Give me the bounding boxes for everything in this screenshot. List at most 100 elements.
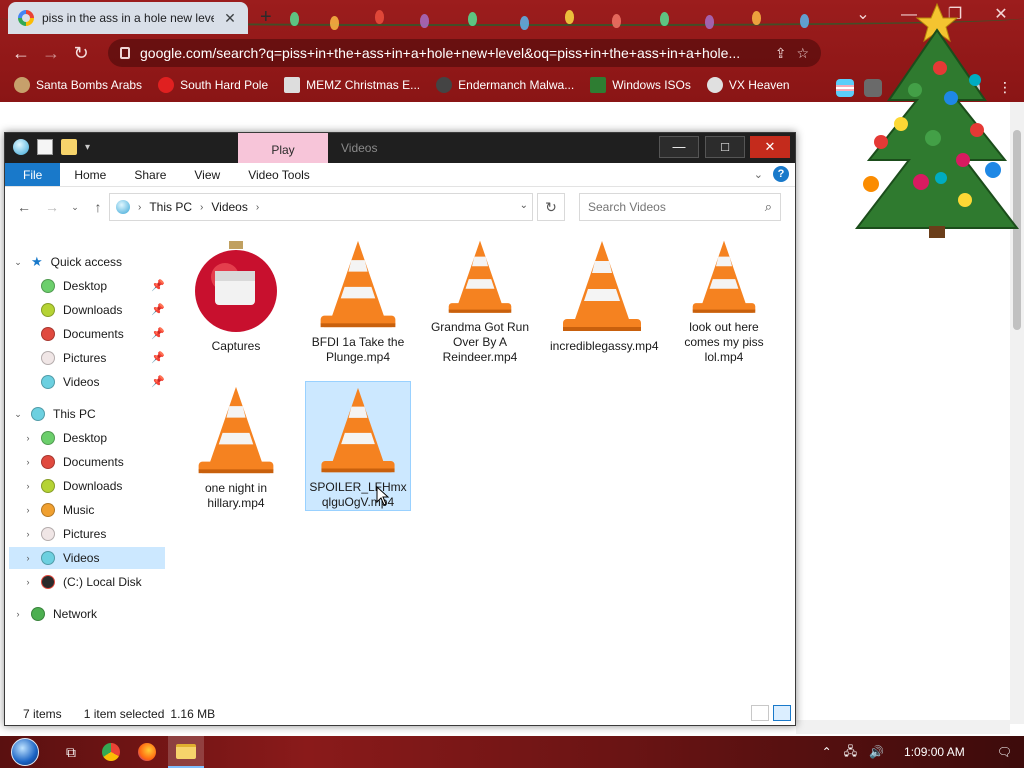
- properties-icon[interactable]: [37, 139, 53, 155]
- file-tile-bfdi[interactable]: BFDI 1a Take the Plunge.mp4: [305, 235, 411, 365]
- taskbar-explorer-button[interactable]: [168, 736, 204, 768]
- notifications-icon[interactable]: 🗨: [997, 745, 1012, 759]
- page-horizontal-scrollbar[interactable]: [796, 720, 1010, 734]
- new-tab-button[interactable]: +: [260, 6, 272, 29]
- explorer-minimize-button[interactable]: —: [659, 136, 699, 158]
- nav-this-pc[interactable]: ⌄ This PC: [13, 403, 96, 425]
- tab-view[interactable]: View: [180, 163, 234, 186]
- nav-quick-downloads[interactable]: Downloads: [41, 299, 122, 321]
- up-icon[interactable]: ↑: [87, 199, 109, 215]
- explorer-titlebar[interactable]: ▾ Play Videos — □ ✕: [5, 133, 795, 163]
- help-icon[interactable]: ?: [773, 166, 789, 182]
- new-folder-icon[interactable]: [61, 139, 77, 155]
- nav-pc-desktop[interactable]: › Desktop: [23, 427, 107, 449]
- breadcrumb-videos[interactable]: Videos: [211, 200, 247, 214]
- search-box[interactable]: ⌕: [579, 193, 781, 221]
- explorer-address-bar[interactable]: › This PC › Videos › ⌄: [109, 193, 533, 221]
- nav-quick-videos[interactable]: Videos: [41, 371, 99, 393]
- file-tile-spoiler[interactable]: SPOILER_LFHmxqlguOgV.mp4: [305, 381, 411, 511]
- nav-pc-pictures[interactable]: › Pictures: [23, 523, 106, 545]
- back-icon[interactable]: ←: [6, 38, 36, 68]
- tab-video-tools[interactable]: Video Tools: [234, 163, 324, 186]
- recent-locations-icon[interactable]: ⌄: [69, 202, 81, 213]
- expand-chevron-icon[interactable]: ›: [23, 457, 33, 467]
- explorer-close-button[interactable]: ✕: [750, 136, 790, 158]
- collapse-chevron-icon[interactable]: ⌄: [13, 257, 23, 268]
- play-context-tab[interactable]: Play: [238, 133, 328, 163]
- address-dropdown-icon[interactable]: ⌄: [520, 200, 528, 211]
- tab-file[interactable]: File: [5, 163, 61, 186]
- videos-ornament-icon: [41, 551, 55, 565]
- file-tile-captures[interactable]: Captures: [183, 235, 289, 365]
- network-icon[interactable]: 🖧: [844, 742, 857, 763]
- forward-icon[interactable]: →: [36, 38, 66, 68]
- file-tile-incrediblegassy[interactable]: incrediblegassy.mp4: [549, 235, 659, 365]
- expand-chevron-icon[interactable]: ›: [23, 529, 33, 539]
- expand-ribbon-icon[interactable]: ⌄: [754, 168, 763, 181]
- start-button[interactable]: [6, 736, 44, 768]
- nav-quick-desktop[interactable]: Desktop: [41, 275, 107, 297]
- bookmark-windows-isos[interactable]: Windows ISOs: [590, 77, 691, 93]
- file-tile-grandma[interactable]: Grandma Got Run Over By A Reindeer.mp4: [427, 235, 533, 365]
- bookmark-vx-heaven[interactable]: VX Heaven: [706, 77, 790, 93]
- videos-ornament-icon: [116, 200, 130, 214]
- file-tile-one-night[interactable]: one night in hillary.mp4: [183, 381, 289, 511]
- vlc-cone-icon: [321, 387, 395, 473]
- bookmark-memz-christmas[interactable]: MEMZ Christmas E...: [284, 77, 420, 93]
- refresh-button[interactable]: ↻: [537, 193, 565, 221]
- explorer-forward-icon[interactable]: →: [41, 199, 63, 215]
- tab-close-icon[interactable]: ✕: [222, 10, 238, 27]
- bookmark-santa-bombs-arabs[interactable]: Santa Bombs Arabs: [14, 77, 142, 93]
- explorer-back-icon[interactable]: ←: [13, 199, 35, 215]
- expand-chevron-icon[interactable]: ›: [13, 609, 23, 619]
- chevron-right-icon[interactable]: ›: [138, 202, 141, 213]
- collapse-chevron-icon[interactable]: ⌄: [13, 409, 23, 420]
- file-tile-look-out[interactable]: look out here comes my piss lol.mp4: [671, 235, 777, 365]
- show-hidden-icons-icon[interactable]: ⌃: [822, 745, 832, 759]
- firefox-icon[interactable]: [136, 741, 158, 763]
- chrome-icon[interactable]: [100, 741, 122, 763]
- nav-label: Music: [63, 503, 95, 517]
- expand-chevron-icon[interactable]: ›: [23, 577, 33, 587]
- tab-home[interactable]: Home: [60, 163, 120, 186]
- nav-quick-pictures[interactable]: Pictures: [41, 347, 106, 369]
- expand-chevron-icon[interactable]: ›: [23, 553, 33, 563]
- file-name: incrediblegassy.mp4: [550, 339, 659, 353]
- chevron-right-icon[interactable]: ›: [200, 202, 203, 213]
- large-icons-view-icon[interactable]: [773, 705, 791, 721]
- nav-pc-local-disk[interactable]: › (C:) Local Disk: [23, 571, 142, 593]
- expand-chevron-icon[interactable]: ›: [23, 505, 33, 515]
- browser-tab[interactable]: piss in the ass in a hole new level ✕: [8, 2, 248, 34]
- nav-pc-downloads[interactable]: › Downloads: [23, 475, 122, 497]
- status-bar: 7 items 1 item selected 1.16 MB: [5, 703, 795, 725]
- expand-chevron-icon[interactable]: ›: [23, 433, 33, 443]
- bookmark-star-icon[interactable]: ☆: [796, 45, 809, 62]
- search-icon: ⌕: [764, 199, 772, 214]
- details-view-icon[interactable]: [751, 705, 769, 721]
- url-text[interactable]: google.com/search?q=piss+in+the+ass+in+a…: [140, 45, 765, 61]
- search-input[interactable]: [588, 200, 748, 214]
- reload-icon[interactable]: ↻: [66, 38, 96, 68]
- tab-share[interactable]: Share: [120, 163, 180, 186]
- mouse-cursor-icon: [376, 486, 390, 506]
- bookmark-endermanch-malware[interactable]: Endermanch Malwa...: [436, 77, 574, 93]
- address-bar[interactable]: google.com/search?q=piss+in+the+ass+in+a…: [108, 39, 821, 67]
- qat-dropdown-icon[interactable]: ▾: [85, 142, 90, 153]
- volume-icon[interactable]: 🔊: [869, 745, 884, 759]
- chevron-right-icon[interactable]: ›: [256, 202, 259, 213]
- nav-pc-documents[interactable]: › Documents: [23, 451, 124, 473]
- bookmark-south-hard-pole[interactable]: South Hard Pole: [158, 77, 268, 93]
- task-view-icon[interactable]: ⧉: [60, 741, 82, 763]
- explorer-maximize-button[interactable]: □: [705, 136, 745, 158]
- nav-quick-access[interactable]: ⌄ ★ Quick access: [13, 251, 122, 273]
- clock[interactable]: 1:09:00 AM: [904, 745, 965, 759]
- breadcrumb-this-pc[interactable]: This PC: [149, 200, 192, 214]
- nav-quick-documents[interactable]: Documents: [41, 323, 124, 345]
- nav-network[interactable]: › Network: [13, 603, 97, 625]
- nav-pc-videos[interactable]: › Videos: [23, 547, 99, 569]
- nav-pc-music[interactable]: › Music: [23, 499, 94, 521]
- christmas-light: [752, 11, 761, 25]
- pictures-ornament-icon: [41, 527, 55, 541]
- expand-chevron-icon[interactable]: ›: [23, 481, 33, 491]
- share-icon[interactable]: ⇪: [775, 45, 787, 62]
